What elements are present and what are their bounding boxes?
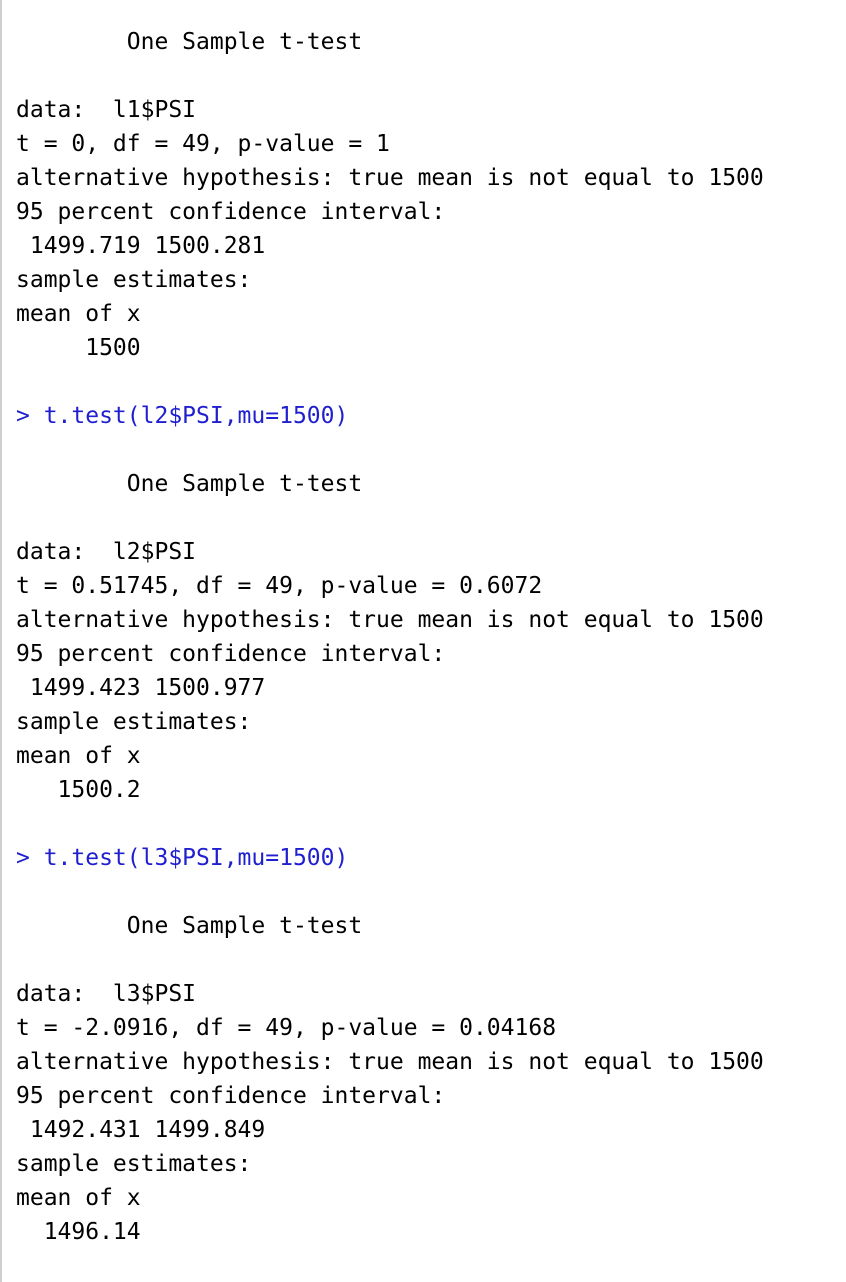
stats-line: t = -2.0916, df = 49, p-value = 0.04168: [16, 1015, 557, 1041]
estimates-label: sample estimates:: [16, 1151, 252, 1177]
alternative-hypothesis-line: alternative hypothesis: true mean is not…: [16, 607, 764, 633]
ci-label: 95 percent confidence interval:: [16, 641, 446, 667]
mean-value: 1500.2: [16, 777, 141, 803]
test-title: One Sample t-test: [126, 471, 363, 497]
mean-label: mean of x: [16, 743, 141, 769]
alternative-hypothesis-line: alternative hypothesis: true mean is not…: [16, 1049, 764, 1075]
stats-line: t = 0, df = 49, p-value = 1: [16, 131, 390, 157]
test-title: One Sample t-test: [126, 29, 363, 55]
console-command: > t.test(l3$PSI,mu=1500): [16, 845, 349, 871]
estimates-label: sample estimates:: [16, 267, 252, 293]
mean-label: mean of x: [16, 301, 141, 327]
r-console-output: One Sample t-test data: l1$PSI t = 0, df…: [0, 0, 846, 1282]
mean-label: mean of x: [16, 1185, 141, 1211]
ci-values: 1499.423 1500.977: [16, 675, 266, 701]
data-line: data: l2$PSI: [16, 539, 197, 565]
estimates-label: sample estimates:: [16, 709, 252, 735]
data-line: data: l1$PSI: [16, 97, 197, 123]
test-title: One Sample t-test: [126, 913, 363, 939]
ci-values: 1499.719 1500.281: [16, 233, 266, 259]
mean-value: 1496.14: [16, 1219, 141, 1245]
ci-label: 95 percent confidence interval:: [16, 1083, 446, 1109]
mean-value: 1500: [16, 335, 141, 361]
alternative-hypothesis-line: alternative hypothesis: true mean is not…: [16, 165, 764, 191]
ci-label: 95 percent confidence interval:: [16, 199, 446, 225]
data-line: data: l3$PSI: [16, 981, 197, 1007]
ci-values: 1492.431 1499.849: [16, 1117, 266, 1143]
console-command: > t.test(l2$PSI,mu=1500): [16, 403, 349, 429]
stats-line: t = 0.51745, df = 49, p-value = 0.6072: [16, 573, 543, 599]
